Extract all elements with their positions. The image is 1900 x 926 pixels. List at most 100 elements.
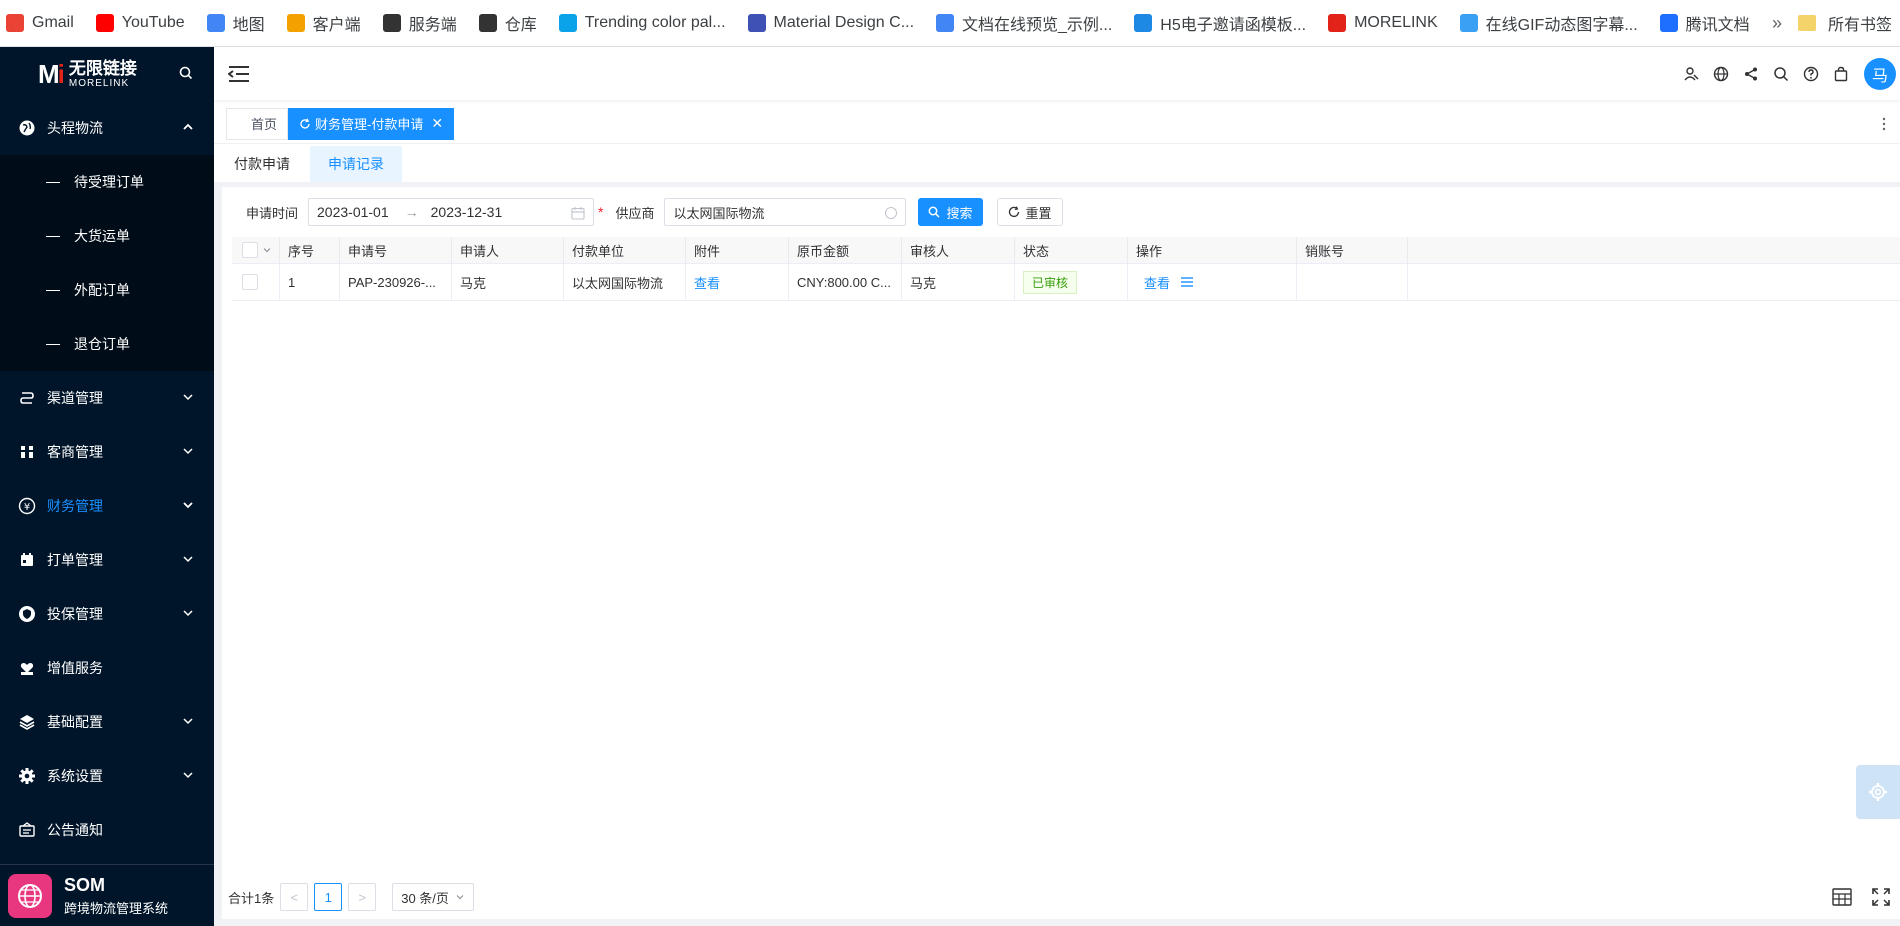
chevron-down-icon <box>456 895 464 900</box>
bookmark-item[interactable]: H5电子邀请函模板... <box>1134 11 1306 35</box>
chevron-down-icon[interactable] <box>262 245 272 255</box>
bookmark-item[interactable]: 仓库 <box>478 11 537 35</box>
col-attachment: 附件 <box>686 237 789 263</box>
youtube-icon <box>95 14 114 32</box>
submenu-item-pending-orders[interactable]: 待受理订单 <box>0 155 214 209</box>
menu-item-channel-management[interactable]: 渠道管理 <box>0 371 214 425</box>
svg-text:¥: ¥ <box>24 502 30 513</box>
help-icon[interactable] <box>1802 65 1820 83</box>
tag-finance-payment-request[interactable]: 财务管理-付款申请 ✕ <box>288 107 455 140</box>
menu-item-value-added-services[interactable]: 增值服务 <box>0 641 214 695</box>
material-icon <box>747 14 766 32</box>
bookmark-item[interactable]: Trending color pal... <box>558 14 726 32</box>
status-badge: 已审核 <box>1023 270 1078 294</box>
bookmark-item[interactable]: 在线GIF动态图字幕... <box>1459 11 1638 35</box>
menu-item-print-management[interactable]: 打单管理 <box>0 533 214 587</box>
supplier-select[interactable]: 以太网国际物流 <box>664 198 907 226</box>
settings-drawer-toggle[interactable] <box>1856 765 1900 819</box>
bookmark-item[interactable]: 服务端 <box>382 11 457 35</box>
globe-icon[interactable] <box>1712 65 1730 83</box>
globe-icon <box>17 118 37 138</box>
supplier-label: 供应商 <box>615 205 655 221</box>
gear-icon <box>17 766 37 786</box>
heart-hand-icon <box>17 658 37 678</box>
avatar[interactable]: 马 <box>1864 57 1896 90</box>
layers-icon <box>17 712 37 732</box>
collapse-menu-icon[interactable] <box>228 65 250 83</box>
bookmark-item[interactable]: Material Design C... <box>747 14 914 32</box>
close-icon[interactable]: ✕ <box>431 115 443 132</box>
bookmark-item[interactable]: YouTube <box>95 14 185 32</box>
menu-item-customer-management[interactable]: 客商管理 <box>0 425 214 479</box>
tab-request-records[interactable]: 申请记录 <box>310 146 402 182</box>
page-1-button[interactable]: 1 <box>314 883 343 911</box>
share-icon[interactable] <box>1742 65 1760 83</box>
morelink-m-icon <box>1328 14 1347 32</box>
top-header: 马 <box>214 47 1900 100</box>
col-payer: 付款单位 <box>564 237 686 263</box>
page-size-select[interactable]: 30 条/页 <box>392 883 474 911</box>
search-icon[interactable] <box>178 65 194 81</box>
maps-icon <box>206 14 225 32</box>
bookmark-item[interactable]: Gmail <box>6 14 74 32</box>
bookmark-item[interactable]: MORELINK <box>1328 14 1438 32</box>
tag-home[interactable]: 首页 <box>226 107 289 140</box>
coolors-icon <box>558 14 577 32</box>
required-mark: * <box>598 204 604 220</box>
gmail-icon <box>6 14 24 32</box>
row-checkbox[interactable] <box>242 274 258 290</box>
prev-page-button[interactable]: < <box>280 883 309 911</box>
reset-button[interactable]: 重置 <box>996 198 1063 226</box>
user-switch-icon[interactable] <box>1682 65 1700 83</box>
bookmark-item[interactable]: 文档在线预览_示例... <box>936 11 1112 35</box>
submenu-item-external-orders[interactable]: 外配订单 <box>0 263 214 317</box>
bag-icon[interactable] <box>1832 65 1850 83</box>
end-date[interactable]: 2023-12-31 <box>431 204 503 220</box>
morelink-icon <box>478 14 497 32</box>
start-date[interactable]: 2023-01-01 <box>317 204 389 220</box>
menu-item-insurance-management[interactable]: 投保管理 <box>0 587 214 641</box>
next-page-button[interactable]: > <box>348 883 377 911</box>
chevron-down-icon <box>183 502 193 509</box>
all-bookmarks-folder[interactable]: 所有书签 <box>1797 11 1892 35</box>
menu-icon[interactable] <box>1180 276 1194 288</box>
notice-icon <box>17 820 37 840</box>
bookmarks-overflow-button[interactable]: » <box>1772 13 1782 34</box>
calendar-icon <box>17 550 37 570</box>
logo[interactable]: Mi 无限链接 MORELINK <box>0 47 214 101</box>
more-vertical-icon[interactable] <box>1882 117 1886 131</box>
menu-item-system-settings[interactable]: 系统设置 <box>0 749 214 803</box>
menu-item-label: 头程物流 <box>47 120 103 136</box>
view-link[interactable]: 查看 <box>1144 273 1170 292</box>
bookmark-item[interactable]: 客户端 <box>286 11 361 35</box>
submenu-item-bulk-waybill[interactable]: 大货运单 <box>0 209 214 263</box>
fullscreen-icon[interactable] <box>1872 888 1890 906</box>
records-table: 序号 申请号 申请人 付款单位 附件 原币金额 审核人 状态 操作 销账号 1 … <box>232 237 1900 301</box>
menu-item-first-leg-logistics[interactable]: 头程物流 <box>0 101 214 155</box>
menu-item-announcements[interactable]: 公告通知 <box>0 803 214 857</box>
table-row[interactable]: 1 PAP-230926-... 马克 以太网国际物流 查看 CNY:800.0… <box>232 264 1900 301</box>
table-header: 序号 申请号 申请人 付款单位 附件 原币金额 审核人 状态 操作 销账号 <box>232 237 1900 264</box>
col-writeoff-no: 销账号 <box>1297 237 1408 263</box>
view-attachment-link[interactable]: 查看 <box>694 273 720 292</box>
bookmark-item[interactable]: 腾讯文档 <box>1659 11 1750 35</box>
col-status: 状态 <box>1015 237 1128 263</box>
tab-payment-request[interactable]: 付款申请 <box>224 146 300 182</box>
route-icon <box>17 388 37 408</box>
menu-item-finance-management[interactable]: ¥ 财务管理 <box>0 479 214 533</box>
col-actions: 操作 <box>1128 237 1297 263</box>
clear-icon[interactable] <box>885 207 898 219</box>
infinity-icon <box>1134 14 1153 32</box>
date-range-picker[interactable]: 2023-01-01 → 2023-12-31 <box>308 198 595 226</box>
table-settings-icon[interactable] <box>1832 888 1852 906</box>
search-button[interactable]: 搜索 <box>918 198 983 226</box>
bookmark-item[interactable]: 地图 <box>206 11 265 35</box>
col-index: 序号 <box>280 237 340 263</box>
select-all-checkbox[interactable] <box>242 242 258 258</box>
submenu-item-return-orders[interactable]: 退仓订单 <box>0 317 214 371</box>
col-applicant: 申请人 <box>452 237 564 263</box>
refresh-icon[interactable] <box>299 118 311 130</box>
sidebar-footer: SOM 跨境物流管理系统 <box>0 864 214 926</box>
menu-item-basic-config[interactable]: 基础配置 <box>0 695 214 749</box>
search-icon[interactable] <box>1772 65 1790 83</box>
